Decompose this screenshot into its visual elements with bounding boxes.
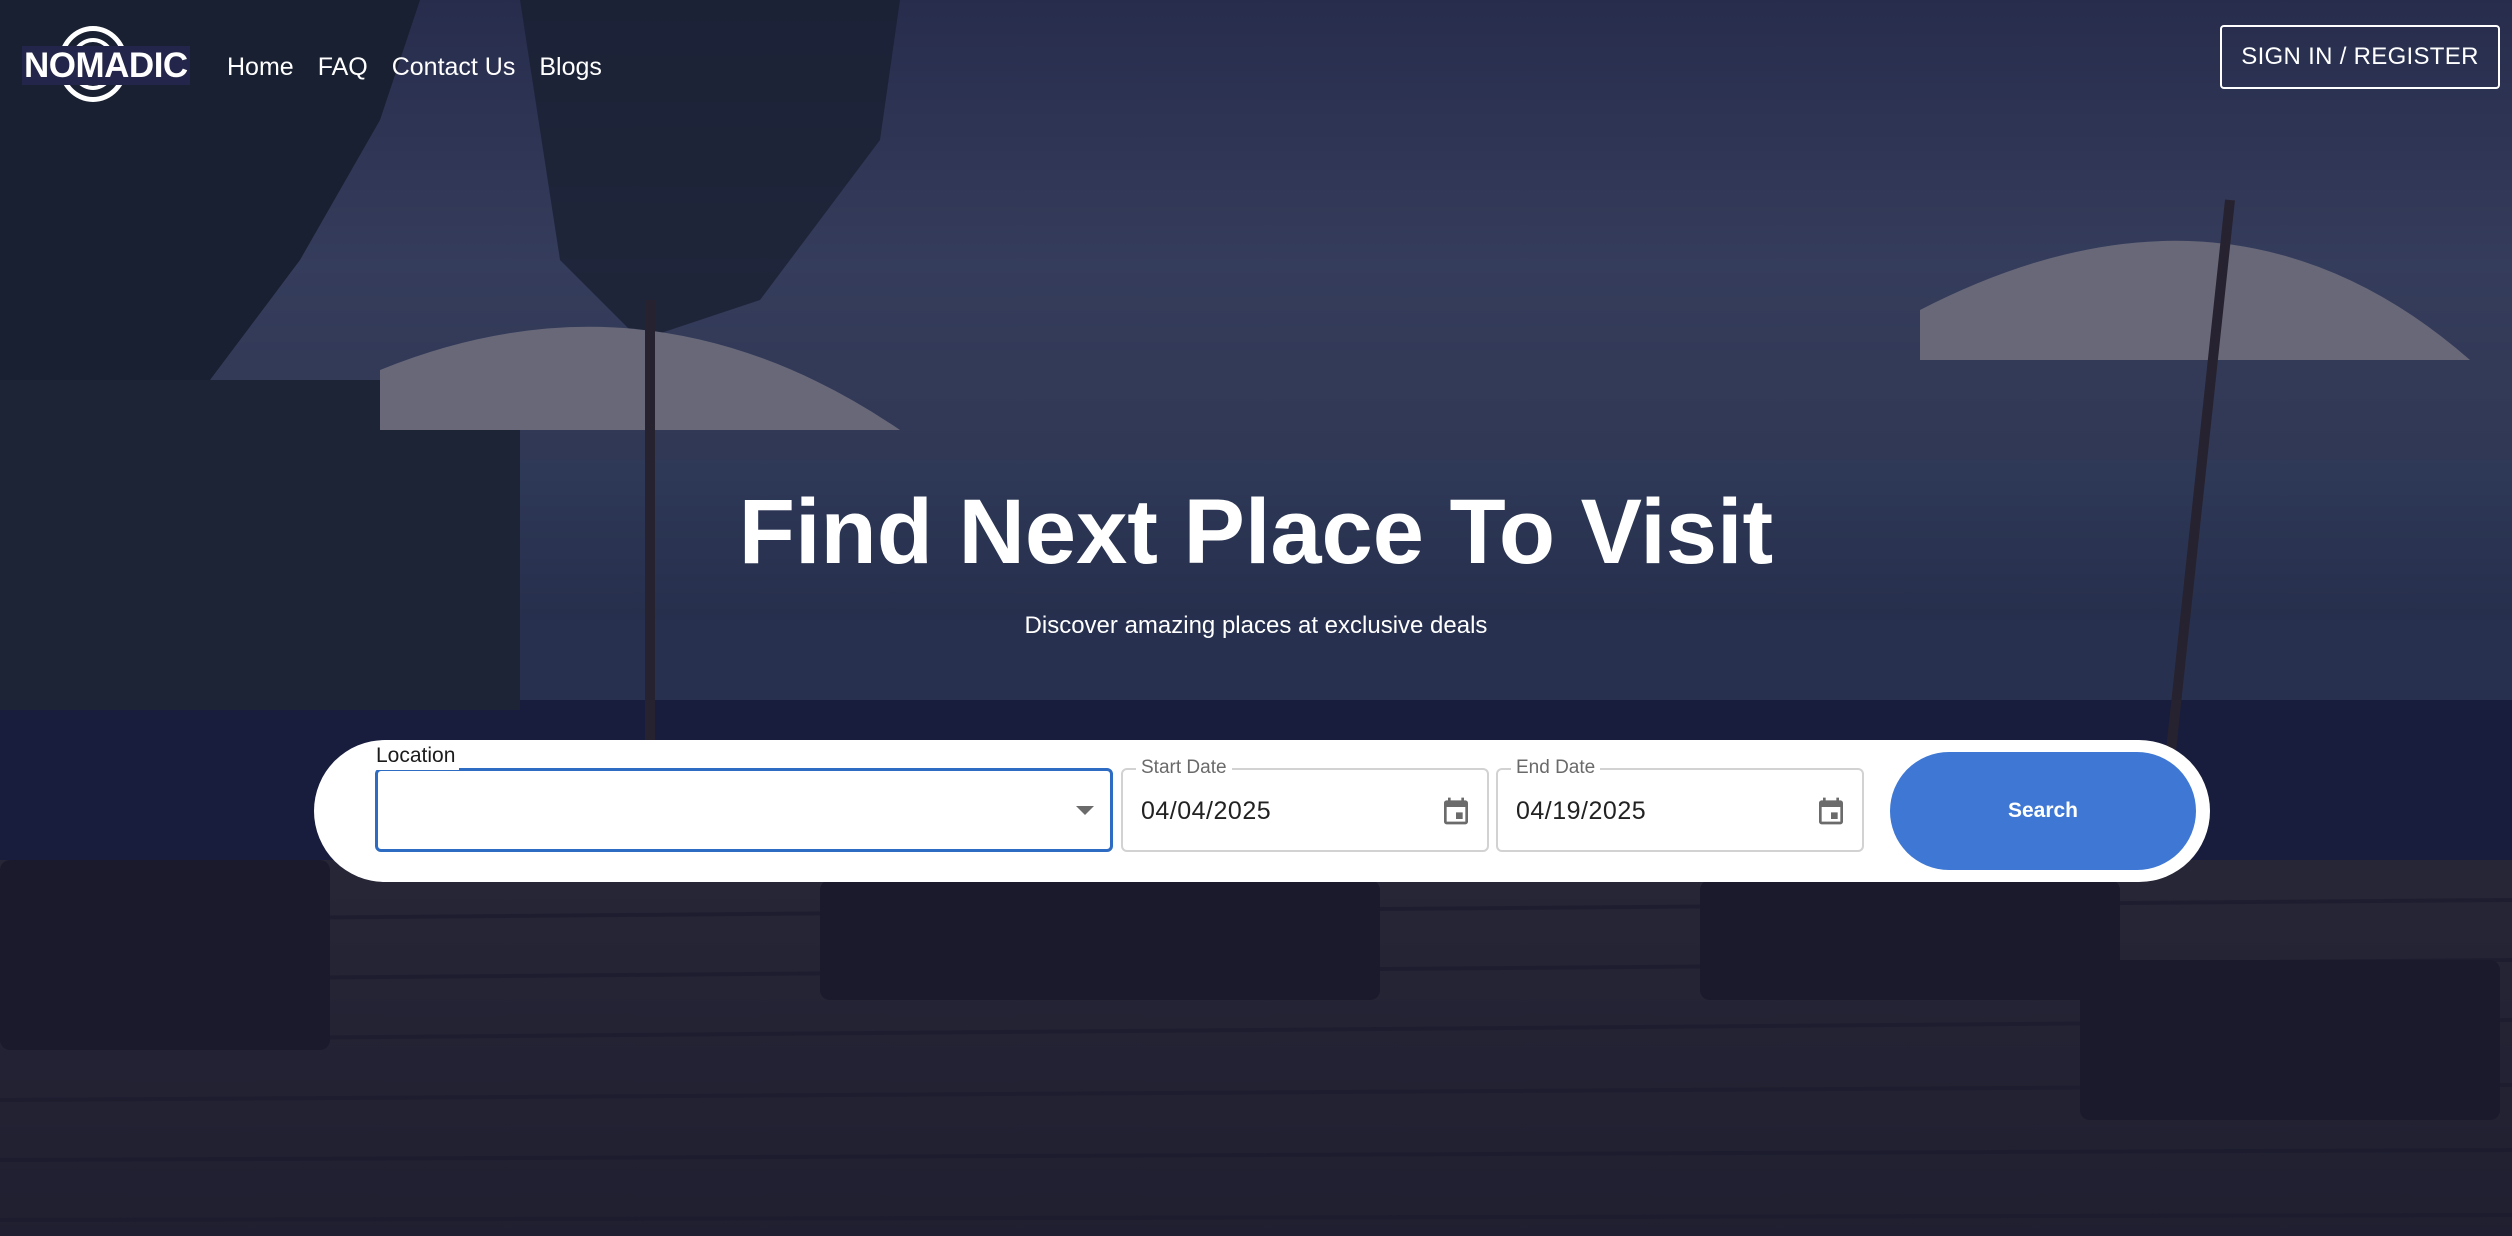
hero-section: NOMADIC Home FAQ Contact Us Blogs SIGN I…: [0, 0, 2512, 1236]
end-date-value[interactable]: 04/19/2025: [1516, 794, 1646, 828]
search-button[interactable]: Search: [1890, 752, 2196, 870]
end-date-label: End Date: [1511, 756, 1601, 780]
chevron-down-icon[interactable]: [1076, 806, 1094, 815]
nav-item-contact-us[interactable]: Contact Us: [392, 49, 516, 85]
logo-text: NOMADIC: [22, 46, 190, 85]
location-select[interactable]: [375, 768, 1113, 852]
start-date-calendar-icon[interactable]: [1440, 794, 1472, 828]
nav-item-home[interactable]: Home: [227, 49, 294, 85]
start-date-value[interactable]: 04/04/2025: [1141, 794, 1271, 828]
start-date-label: Start Date: [1136, 756, 1232, 780]
brand-logo[interactable]: NOMADIC: [22, 26, 190, 106]
nav-item-faq[interactable]: FAQ: [318, 49, 368, 85]
hero-title: Find Next Place To Visit: [738, 481, 1774, 583]
nav-item-blogs[interactable]: Blogs: [539, 49, 602, 85]
sign-in-register-button[interactable]: SIGN IN / REGISTER: [2220, 25, 2500, 89]
location-label: Location: [372, 742, 460, 770]
hero-subtitle: Discover amazing places at exclusive dea…: [1024, 612, 1488, 639]
main-nav: Home FAQ Contact Us Blogs: [227, 49, 602, 85]
end-date-calendar-icon[interactable]: [1815, 794, 1847, 828]
